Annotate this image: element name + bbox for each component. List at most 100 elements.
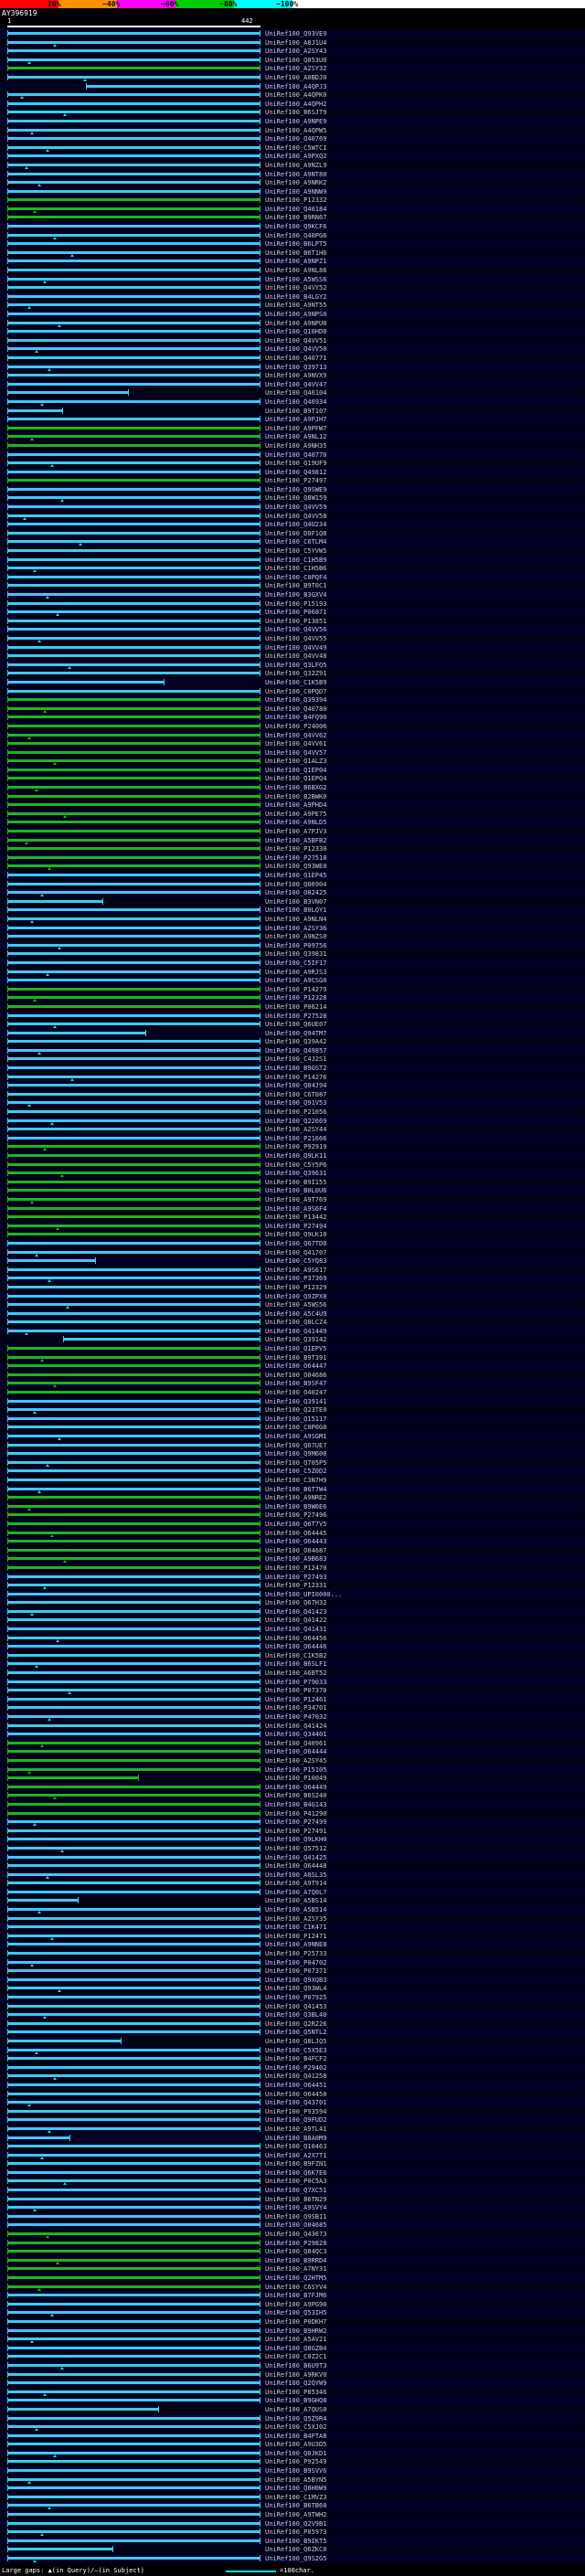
alignment-bar[interactable] [7, 2136, 70, 2139]
hit-label[interactable]: UniRef100_B8A0M9 [265, 2135, 326, 2142]
alignment-bar[interactable] [7, 1662, 261, 1665]
alignment-bar[interactable] [7, 1417, 261, 1420]
alignment-bar[interactable] [7, 41, 261, 44]
alignment-bar[interactable] [7, 2110, 261, 2113]
alignment-bar[interactable] [7, 1101, 261, 1104]
hit-label[interactable]: UniRef100_A7QUS0 [265, 2406, 326, 2413]
alignment-bar[interactable] [7, 1014, 261, 1017]
hit-label[interactable]: UniRef100_Q46934 [265, 398, 326, 406]
hit-label[interactable]: UniRef100_B6BXG2 [265, 784, 326, 791]
alignment-bar[interactable] [7, 295, 261, 298]
hit-label[interactable]: UniRef100_A9S617 [265, 1267, 326, 1274]
hit-label[interactable]: UniRef100_O64451 [265, 2082, 326, 2089]
alignment-bar[interactable] [7, 1593, 261, 1595]
alignment-bar[interactable] [7, 1452, 261, 1455]
hit-label[interactable]: UniRef100_O64443 [265, 1538, 326, 1545]
alignment-bar[interactable] [7, 742, 261, 745]
hit-label[interactable]: UniRef100_Q4VV58 [265, 513, 326, 520]
hit-label[interactable]: UniRef100_B4G143 [265, 1801, 326, 1808]
alignment-bar[interactable] [7, 716, 261, 718]
alignment-bar[interactable] [7, 2478, 261, 2481]
alignment-bar[interactable] [7, 2118, 261, 2121]
alignment-bar[interactable] [7, 1408, 261, 1411]
alignment-bar[interactable] [7, 2030, 261, 2033]
alignment-bar[interactable] [7, 190, 261, 193]
alignment-bar[interactable] [7, 2101, 261, 2104]
hit-label[interactable]: UniRef100_P47032 [265, 1713, 326, 1721]
alignment-bar[interactable] [7, 1829, 261, 1832]
hit-label[interactable]: UniRef100_C0P0G0 [265, 1424, 326, 1431]
alignment-bar[interactable] [7, 1224, 261, 1227]
hit-label[interactable]: UniRef100_C1H5B6 [265, 565, 326, 572]
hit-label[interactable]: UniRef100_A5BYN5 [265, 2476, 326, 2484]
hit-label[interactable]: UniRef100_P09756 [265, 942, 326, 949]
alignment-bar[interactable] [7, 988, 261, 991]
alignment-bar[interactable] [7, 2355, 261, 2358]
hit-label[interactable]: UniRef100_Q4VV59 [265, 504, 326, 511]
hit-label[interactable]: UniRef100_C4J2S1 [265, 1055, 326, 1063]
alignment-bar[interactable] [7, 418, 261, 420]
hit-label[interactable]: UniRef100_Q3BL40 [265, 2011, 326, 2019]
hit-label[interactable]: UniRef100_B4FCF2 [265, 2055, 326, 2062]
hit-label[interactable]: UniRef100_A9NPS0 [265, 311, 326, 318]
hit-label[interactable]: UniRef100_Q53IH5 [265, 2309, 326, 2316]
hit-label[interactable]: UniRef100_B6TB60 [265, 2502, 326, 2509]
hit-label[interactable]: UniRef100_A9TWH2 [265, 2511, 326, 2518]
hit-label[interactable]: UniRef100_C5XJ02 [265, 2423, 326, 2431]
alignment-bar[interactable] [7, 1987, 261, 1989]
hit-label[interactable]: UniRef100_P25733 [265, 1950, 326, 1957]
hit-label[interactable]: UniRef100_P12330 [265, 845, 326, 853]
alignment-bar[interactable] [7, 1838, 261, 1840]
alignment-bar[interactable] [7, 900, 103, 903]
hit-label[interactable]: UniRef100_B9W0E6 [265, 1503, 326, 1511]
alignment-bar[interactable] [7, 2250, 261, 2253]
hit-label[interactable]: UniRef100_A9U3D5 [265, 2441, 326, 2448]
alignment-bar[interactable] [7, 803, 261, 806]
alignment-bar[interactable] [7, 759, 261, 762]
hit-label[interactable]: UniRef100_C5X5E3 [265, 2047, 326, 2054]
alignment-bar[interactable] [7, 1286, 261, 1288]
alignment-bar[interactable] [7, 2347, 261, 2349]
hit-label[interactable]: UniRef100_Q84J94 [265, 1082, 326, 1089]
alignment-bar[interactable] [7, 1496, 261, 1499]
alignment-bar[interactable] [7, 1268, 261, 1271]
hit-label[interactable]: UniRef100_Q41425 [265, 1854, 326, 1861]
alignment-bar[interactable] [7, 129, 261, 132]
hit-label[interactable]: UniRef100_B9SVV6 [265, 2467, 326, 2475]
hit-label[interactable]: UniRef100_A9NNE8 [265, 1941, 326, 1948]
alignment-bar[interactable] [7, 2364, 261, 2367]
alignment-bar[interactable] [7, 725, 261, 727]
hit-label[interactable]: UniRef100_O64446 [265, 1643, 326, 1650]
hit-label[interactable]: UniRef100_C5YQ83 [265, 1257, 326, 1265]
hit-label[interactable]: UniRef100_A9NRK2 [265, 179, 326, 186]
alignment-bar[interactable] [7, 347, 261, 350]
alignment-bar[interactable] [7, 1882, 261, 1884]
hit-label[interactable]: UniRef100_Q6K7E6 [265, 2169, 326, 2177]
alignment-bar[interactable] [7, 461, 261, 464]
alignment-bar[interactable] [7, 944, 261, 947]
alignment-bar[interactable] [7, 1110, 261, 1113]
hit-label[interactable]: UniRef100_B6T7W4 [265, 1486, 326, 1493]
hit-label[interactable]: UniRef100_C5WTC1 [265, 144, 326, 152]
alignment-bar[interactable] [7, 908, 261, 911]
hit-label[interactable]: UniRef100_B6LPT5 [265, 240, 326, 248]
hit-label[interactable]: UniRef100_B9RRD4 [265, 2257, 326, 2264]
alignment-bar[interactable] [7, 1671, 261, 1674]
alignment-bar[interactable] [7, 2162, 261, 2165]
hit-label[interactable]: UniRef100_Q9XQB3 [265, 1977, 326, 1984]
alignment-bar[interactable] [7, 883, 261, 885]
hit-label[interactable]: UniRef100_Q93VE9 [265, 30, 326, 37]
alignment-bar[interactable] [7, 1637, 261, 1639]
hit-label[interactable]: UniRef100_P27494 [265, 1223, 326, 1230]
alignment-bar[interactable] [7, 2399, 261, 2401]
alignment-bar[interactable] [7, 2452, 261, 2454]
alignment-bar[interactable] [7, 1171, 261, 1174]
hit-label[interactable]: UniRef100_C1K5B2 [265, 1652, 326, 1659]
alignment-bar[interactable] [7, 1207, 261, 1210]
hit-label[interactable]: UniRef100_Q41422 [265, 1617, 326, 1624]
alignment-bar[interactable] [7, 1917, 261, 1920]
alignment-bar[interactable] [7, 1943, 261, 1945]
hit-label[interactable]: UniRef100_A5C4U9 [265, 1310, 326, 1318]
hit-label[interactable]: UniRef100_A2SY36 [265, 925, 326, 932]
hit-label[interactable]: UniRef100_Q41707 [265, 1249, 326, 1256]
